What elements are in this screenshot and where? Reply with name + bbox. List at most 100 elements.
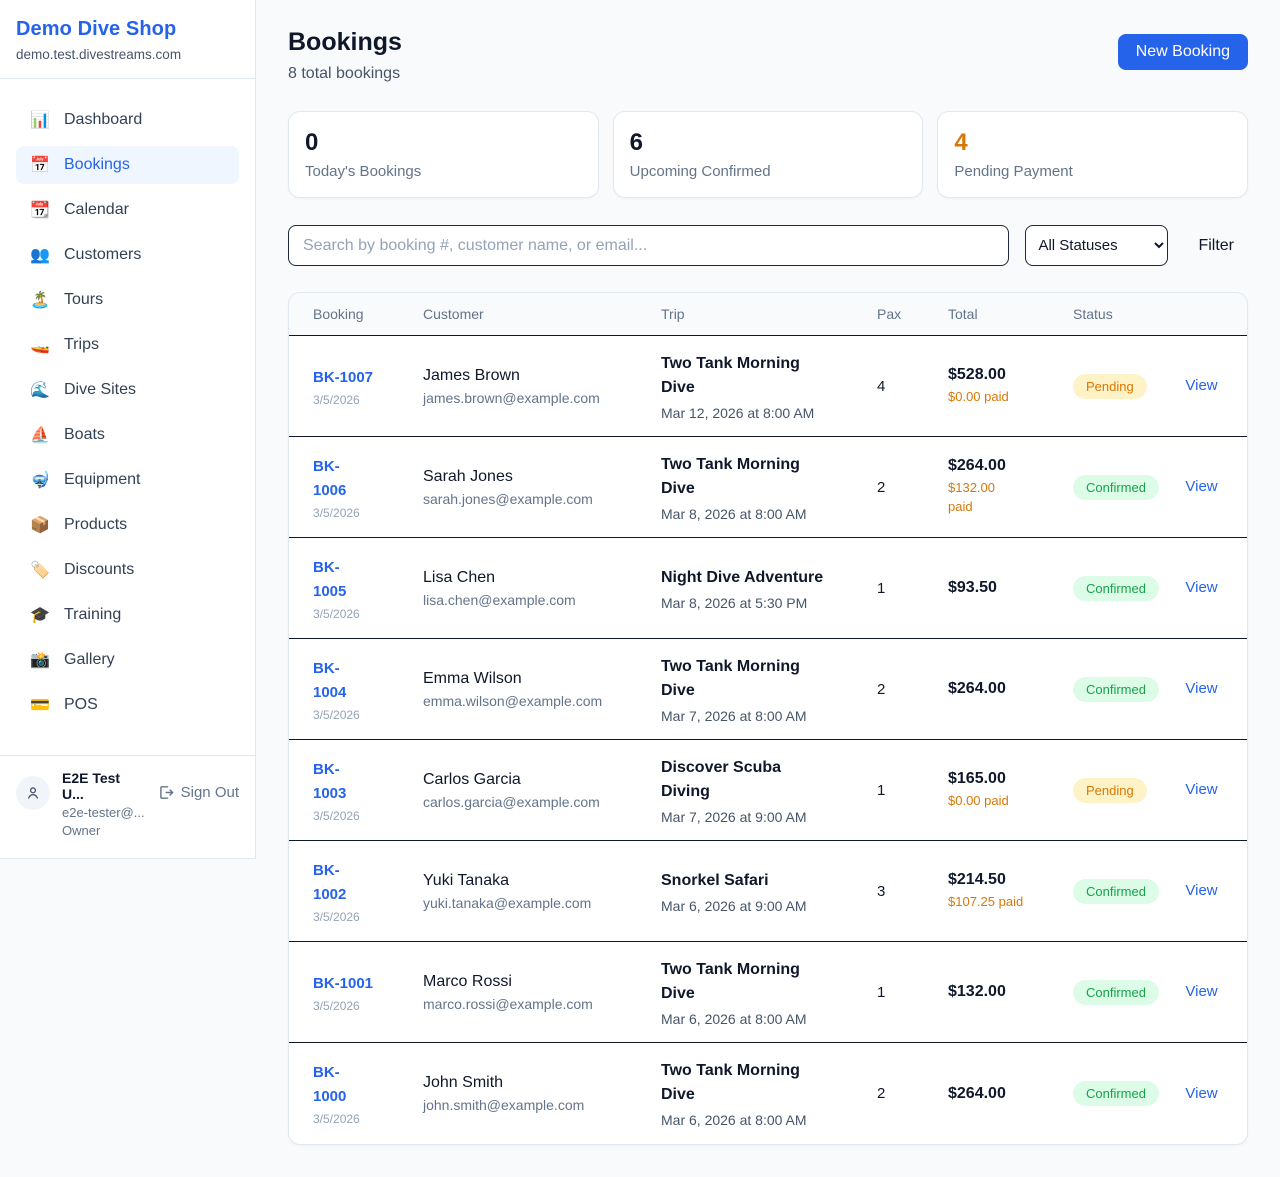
- trip-name: Two Tank Morning Dive: [661, 352, 809, 400]
- sidebar-item-label: Equipment: [64, 471, 141, 489]
- trip-datetime: Mar 8, 2026 at 8:00 AM: [661, 506, 877, 522]
- user-name: E2E Test U...: [62, 770, 145, 802]
- customer-name: Yuki Tanaka: [423, 872, 661, 890]
- sidebar-item-tours[interactable]: 🏝️ Tours: [16, 281, 239, 319]
- booking-link[interactable]: BK-1000: [313, 1061, 365, 1109]
- view-link[interactable]: View: [1185, 1085, 1217, 1102]
- booking-date: 3/5/2026: [313, 393, 423, 407]
- status-badge: Pending: [1073, 778, 1147, 803]
- booking-date: 3/5/2026: [313, 809, 423, 823]
- stat-value: 6: [630, 129, 907, 157]
- sidebar-item-discounts[interactable]: 🏷️ Discounts: [16, 551, 239, 589]
- view-link[interactable]: View: [1185, 882, 1217, 899]
- customer-email: sarah.jones@example.com: [423, 491, 661, 507]
- new-booking-button[interactable]: New Booking: [1118, 34, 1248, 70]
- status-filter-select[interactable]: All Statuses: [1025, 225, 1168, 266]
- total-cell: $264.00: [948, 680, 1073, 698]
- stats-row: 0 Today's Bookings 6 Upcoming Confirmed …: [288, 111, 1248, 198]
- sidebar-item-label: Discounts: [64, 561, 134, 579]
- avatar: [16, 776, 50, 810]
- booking-link[interactable]: BK-1003: [313, 758, 365, 806]
- booking-link[interactable]: BK-1002: [313, 859, 365, 907]
- trip-cell: Two Tank Morning Dive Mar 12, 2026 at 8:…: [661, 352, 877, 421]
- sign-out-button[interactable]: Sign Out: [157, 784, 239, 801]
- view-link[interactable]: View: [1185, 781, 1217, 798]
- total-cell: $93.50: [948, 579, 1073, 597]
- view-link[interactable]: View: [1185, 680, 1217, 697]
- total-cell: $132.00: [948, 983, 1073, 1001]
- filter-row: All Statuses Filter: [288, 225, 1248, 266]
- booking-date: 3/5/2026: [313, 607, 423, 621]
- sidebar: Demo Dive Shop demo.test.divestreams.com…: [0, 0, 256, 859]
- total-amount: $132.00: [948, 983, 1073, 1001]
- booking-cell: BK-1004 3/5/2026: [313, 657, 423, 722]
- trip-name: Night Dive Adventure: [661, 566, 877, 590]
- stat-value: 0: [305, 129, 582, 157]
- booking-link[interactable]: BK-1006: [313, 455, 365, 503]
- trip-name: Discover Scuba Diving: [661, 756, 809, 804]
- booking-cell: BK-1006 3/5/2026: [313, 455, 423, 520]
- pax-count: 2: [877, 1085, 948, 1102]
- booking-date: 3/5/2026: [313, 708, 423, 722]
- sidebar-item-dashboard[interactable]: 📊 Dashboard: [16, 101, 239, 139]
- sidebar-item-boats[interactable]: ⛵ Boats: [16, 416, 239, 454]
- wave-icon: 🌊: [30, 380, 50, 400]
- column-header-trip: Trip: [661, 306, 877, 322]
- sidebar-item-customers[interactable]: 👥 Customers: [16, 236, 239, 274]
- column-header-booking: Booking: [313, 306, 423, 322]
- paid-amount: $107.25 paid: [948, 893, 1073, 912]
- booking-link[interactable]: BK-1005: [313, 556, 365, 604]
- status-badge: Confirmed: [1073, 879, 1159, 904]
- trip-name: Two Tank Morning Dive: [661, 453, 809, 501]
- sidebar-footer: E2E Test U... e2e-tester@... Owner Sign …: [0, 755, 255, 858]
- customer-cell: Yuki Tanaka yuki.tanaka@example.com: [423, 872, 661, 911]
- page-title: Bookings: [288, 28, 402, 57]
- filter-button[interactable]: Filter: [1184, 237, 1248, 255]
- tear-off-calendar-icon: 📆: [30, 200, 50, 220]
- sidebar-item-gallery[interactable]: 📸 Gallery: [16, 641, 239, 679]
- search-input[interactable]: [288, 225, 1009, 266]
- sign-out-label: Sign Out: [181, 784, 239, 801]
- calendar-icon: 📅: [30, 155, 50, 175]
- column-header-pax: Pax: [877, 306, 948, 322]
- view-link[interactable]: View: [1185, 377, 1217, 394]
- sidebar-item-products[interactable]: 📦 Products: [16, 506, 239, 544]
- stat-card: 6 Upcoming Confirmed: [613, 111, 924, 198]
- sidebar-item-dive-sites[interactable]: 🌊 Dive Sites: [16, 371, 239, 409]
- sign-out-icon: [157, 784, 174, 801]
- person-icon: [25, 785, 41, 801]
- sidebar-item-calendar[interactable]: 📆 Calendar: [16, 191, 239, 229]
- sidebar-item-label: Training: [64, 606, 121, 624]
- trip-datetime: Mar 6, 2026 at 8:00 AM: [661, 1112, 877, 1128]
- booking-link[interactable]: BK-1004: [313, 657, 365, 705]
- actions-cell: View: [1180, 478, 1223, 496]
- sidebar-item-trips[interactable]: 🚤 Trips: [16, 326, 239, 364]
- table-body: BK-1007 3/5/2026 James Brown james.brown…: [289, 336, 1247, 1144]
- status-badge: Confirmed: [1073, 1081, 1159, 1106]
- total-cell: $165.00 $0.00 paid: [948, 770, 1073, 811]
- pax-count: 3: [877, 883, 948, 900]
- page-header: Bookings 8 total bookings New Booking: [288, 28, 1248, 83]
- trip-datetime: Mar 8, 2026 at 5:30 PM: [661, 595, 877, 611]
- actions-cell: View: [1180, 579, 1223, 597]
- trip-name: Snorkel Safari: [661, 869, 877, 893]
- pax-count: 1: [877, 580, 948, 597]
- total-cell: $264.00: [948, 1085, 1073, 1103]
- view-link[interactable]: View: [1185, 579, 1217, 596]
- booking-link[interactable]: BK-1001: [313, 972, 373, 996]
- booking-date: 3/5/2026: [313, 1112, 423, 1126]
- booking-cell: BK-1000 3/5/2026: [313, 1061, 423, 1126]
- sidebar-item-pos[interactable]: 💳 POS: [16, 686, 239, 724]
- brand-name: Demo Dive Shop: [16, 18, 239, 41]
- sidebar-item-training[interactable]: 🎓 Training: [16, 596, 239, 634]
- sidebar-item-equipment[interactable]: 🤿 Equipment: [16, 461, 239, 499]
- sidebar-item-label: Bookings: [64, 156, 130, 174]
- sidebar-nav: 📊 Dashboard 📅 Bookings 📆 Calendar 👥 Cust…: [0, 79, 255, 755]
- booking-cell: BK-1007 3/5/2026: [313, 366, 423, 407]
- booking-link[interactable]: BK-1007: [313, 366, 373, 390]
- view-link[interactable]: View: [1185, 983, 1217, 1000]
- pax-count: 1: [877, 984, 948, 1001]
- sidebar-item-bookings[interactable]: 📅 Bookings: [16, 146, 239, 184]
- status-badge: Confirmed: [1073, 475, 1159, 500]
- view-link[interactable]: View: [1185, 478, 1217, 495]
